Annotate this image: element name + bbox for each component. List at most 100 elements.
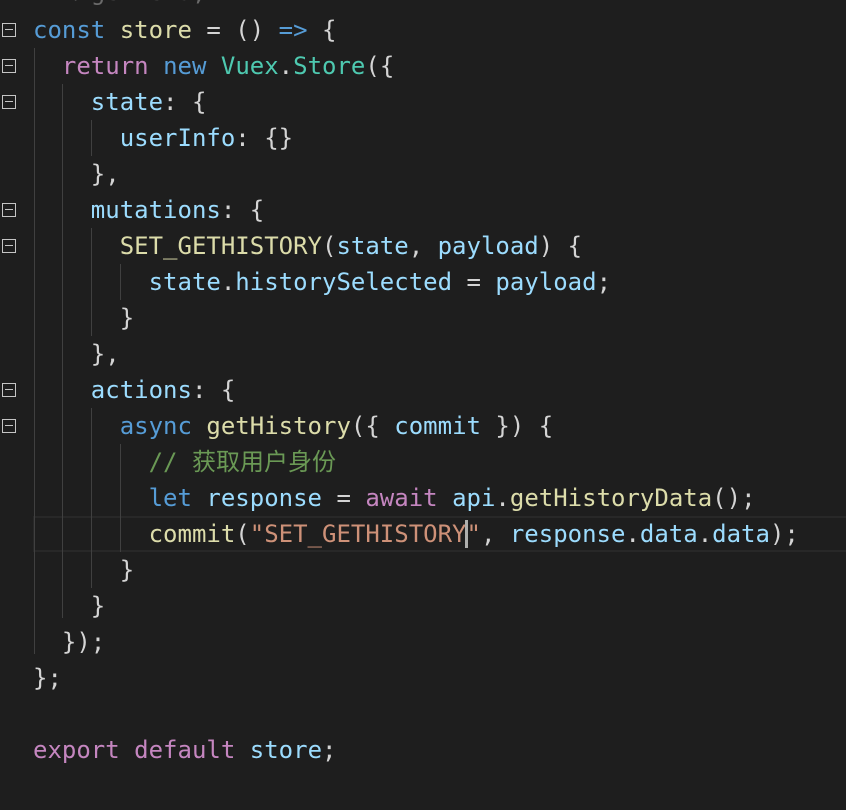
code-text: } (33, 588, 105, 624)
code-text: actions: { (33, 372, 236, 408)
fold-collapse-icon[interactable] (2, 203, 16, 217)
code-token: = (322, 484, 366, 512)
code-line[interactable]: let response = await api.getHistoryData(… (0, 480, 846, 516)
code-token: " (466, 520, 481, 548)
code-line[interactable]: return new Vuex.Store({ (0, 48, 846, 84)
code-line[interactable]: export default store; (0, 732, 846, 768)
code-token: }) { (480, 412, 554, 440)
code-line[interactable]: }, (0, 156, 846, 192)
code-text: let response = await api.getHistoryData(… (33, 480, 756, 516)
code-line[interactable]: SET_GETHISTORY(state, payload) { (0, 228, 846, 264)
code-token: default (134, 736, 236, 764)
code-text: const store = () => { (33, 12, 336, 48)
code-token: : { (220, 196, 265, 224)
code-token: export (33, 736, 120, 764)
code-token: ( (235, 520, 250, 548)
code-token: commit (148, 520, 236, 548)
code-line[interactable]: }, (0, 336, 846, 372)
fold-collapse-icon[interactable] (2, 419, 16, 433)
code-text: state.historySelected = payload; (33, 264, 611, 300)
code-token: getHistoryData (509, 484, 713, 512)
code-token: commit (394, 412, 481, 440)
code-token: } (33, 556, 135, 584)
code-text: export default store; (33, 732, 336, 768)
code-text: }); (33, 624, 105, 660)
code-line[interactable]: mutations: { (0, 192, 846, 228)
code-token: ({ (350, 412, 395, 440)
code-token: payload (495, 268, 597, 296)
code-token: ); (769, 520, 799, 548)
code-token: : { (163, 88, 207, 116)
code-line[interactable]: async getHistory({ commit }) { (0, 408, 846, 444)
code-token: . (220, 268, 236, 296)
code-token: ({ (365, 52, 395, 80)
code-line[interactable]: } (0, 300, 846, 336)
code-token: response (509, 520, 626, 548)
code-text: userInfo: {} (33, 120, 293, 156)
code-text: }, (33, 156, 120, 192)
code-token: }, (33, 340, 120, 368)
fold-collapse-icon[interactable] (2, 23, 16, 37)
code-token: ; (596, 268, 612, 296)
code-line[interactable]: // 获取用户身份 (0, 444, 846, 480)
code-token: actions (90, 376, 192, 404)
code-token: }, (33, 160, 120, 188)
code-line[interactable]: } (0, 552, 846, 588)
code-token: data (712, 520, 770, 548)
fold-collapse-icon[interactable] (2, 95, 16, 109)
fold-collapse-icon[interactable] (2, 383, 16, 397)
code-token: ; (322, 736, 337, 764)
code-token: store (119, 16, 192, 44)
code-line[interactable]: }); (0, 624, 846, 660)
code-token: : {} (235, 124, 294, 152)
fold-collapse-icon[interactable] (2, 59, 16, 73)
code-text: } (33, 300, 134, 336)
code-text: mutations: { (33, 192, 264, 228)
code-token: , (408, 232, 438, 260)
code-line[interactable]: state: { (0, 84, 846, 120)
code-token: , (480, 520, 510, 548)
code-line[interactable]: commit("SET_GETHISTORY", response.data.d… (0, 516, 846, 552)
code-line[interactable]: const store = () => { (0, 12, 846, 48)
code-token: return (61, 52, 149, 80)
code-token: { (307, 16, 337, 44)
code-line[interactable]: userInfo: {} (0, 120, 846, 156)
code-token: = (452, 268, 496, 296)
fold-collapse-icon[interactable] (2, 239, 16, 253)
code-line[interactable]: actions: { (0, 372, 846, 408)
code-token: async (119, 412, 192, 440)
code-line[interactable]: state.historySelected = payload; (0, 264, 846, 300)
code-token: userInfo (119, 124, 236, 152)
code-token: . (697, 520, 713, 548)
code-token: Store (293, 52, 366, 80)
code-line[interactable]: }; (0, 660, 846, 696)
code-token: "SET_GETHISTORY (249, 520, 467, 548)
code-token: ) { (538, 232, 583, 260)
code-token: mutations (90, 196, 221, 224)
code-line[interactable] (0, 696, 846, 732)
code-text: // 获取用户身份 (33, 444, 336, 480)
code-editor[interactable]: ◀ getters; const store = () => { return … (0, 0, 846, 810)
code-text: } (33, 552, 134, 588)
code-token: . (278, 52, 294, 80)
code-token: await (365, 484, 438, 512)
code-token: store (249, 736, 323, 764)
code-token: state (336, 232, 409, 260)
code-token: = () (191, 16, 279, 44)
code-line[interactable]: } (0, 588, 846, 624)
code-token: ( (322, 232, 337, 260)
code-text: SET_GETHISTORY(state, payload) { (33, 228, 582, 264)
code-token: Vuex (220, 52, 279, 80)
code-token: state (90, 88, 164, 116)
